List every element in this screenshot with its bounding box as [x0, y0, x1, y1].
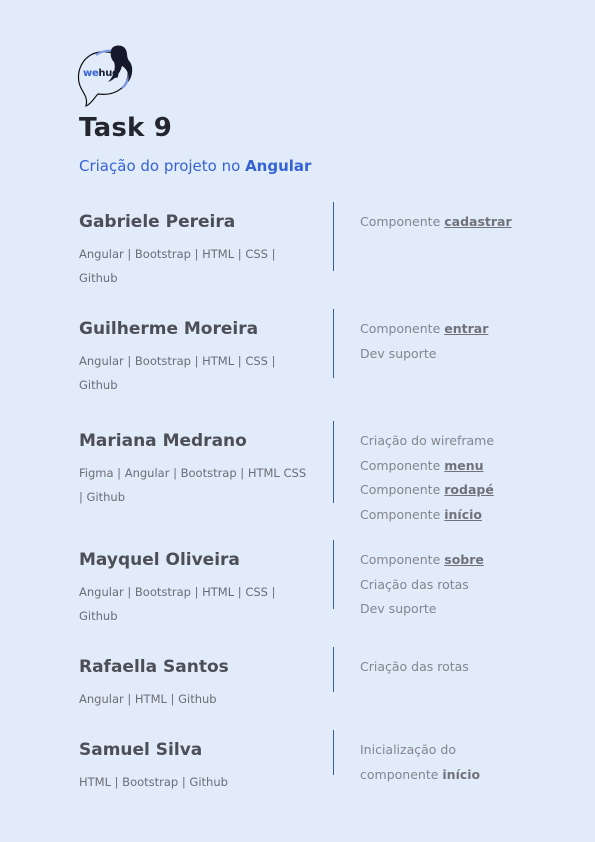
- task-text: Componente: [360, 482, 445, 497]
- task-component-name: sobre: [444, 552, 484, 567]
- task-text: Dev suporte: [360, 601, 437, 616]
- member-name: Mayquel Oliveira: [79, 550, 240, 570]
- subtitle-highlight: Angular: [245, 157, 312, 175]
- task-component-name: início: [442, 766, 481, 782]
- task-text: Componente: [360, 506, 445, 522]
- page-title: Task 9: [79, 113, 173, 143]
- task-item: Inicialização do: [360, 738, 560, 763]
- task-item: componente início: [360, 763, 560, 788]
- member-name: Samuel Silva: [79, 740, 203, 760]
- task-text: Criação das rotas: [360, 576, 469, 592]
- vertical-divider: [333, 540, 334, 609]
- task-item: Componente menu: [360, 454, 560, 479]
- task-item: Componente cadastrar: [360, 210, 560, 235]
- member-skills: Angular | HTML | Github: [79, 692, 217, 706]
- vertical-divider: [333, 730, 334, 775]
- task-component-name: rodapé: [444, 482, 494, 497]
- vertical-divider: [333, 309, 334, 378]
- task-item: Criação das rotas: [360, 573, 560, 598]
- member-name: Guilherme Moreira: [79, 319, 259, 339]
- task-component-name: entrar: [444, 321, 489, 336]
- task-text: Dev suporte: [360, 345, 437, 361]
- member-skills: HTML | Bootstrap | Github: [79, 775, 228, 789]
- member-name: Gabriele Pereira: [79, 212, 236, 232]
- member-name: Rafaella Santos: [79, 657, 229, 677]
- task-text: componente: [360, 766, 443, 782]
- member-tasks: Criação das rotas: [360, 655, 560, 680]
- member-tasks: Componente sobre Criação das rotas Dev sup…: [360, 548, 560, 622]
- logo-wordmark: wehug: [83, 68, 119, 79]
- task-text: Componente: [360, 552, 445, 567]
- member-skills: Angular | Bootstrap | HTML | CSS | Githu…: [79, 354, 276, 392]
- task-component-name: cadastrar: [444, 214, 512, 229]
- vertical-divider: [333, 421, 334, 503]
- vertical-divider: [333, 647, 334, 692]
- task-item: Componente sobre: [360, 548, 560, 573]
- wehug-logo: wehug: [76, 44, 136, 110]
- member-tasks: Componente entrar Dev suporte: [360, 317, 560, 366]
- member-skills: Figma | Angular | Bootstrap | HTML CSS |…: [79, 466, 307, 504]
- task-item: Componente início: [360, 503, 560, 528]
- member-skills: Angular | Bootstrap | HTML | CSS | Githu…: [79, 247, 276, 285]
- vertical-divider: [333, 202, 334, 271]
- task-text: Componente: [360, 457, 445, 473]
- task-text: Criação do wireframe: [360, 433, 495, 448]
- task-item: Criação do wireframe: [360, 429, 560, 454]
- task-item: Dev suporte: [360, 342, 560, 367]
- task-text: Inicialização do: [360, 742, 456, 757]
- task-text: Componente: [360, 321, 445, 336]
- task-item: Componente rodapé: [360, 478, 560, 503]
- member-name: Mariana Medrano: [79, 431, 247, 451]
- page-subtitle: Criação do projeto no Angular: [79, 157, 312, 175]
- task-component-name: início: [444, 506, 483, 522]
- member-tasks: Componente cadastrar: [360, 210, 560, 235]
- task-item: Dev suporte: [360, 597, 560, 622]
- task-text: Criação das rotas: [360, 659, 469, 674]
- member-tasks: Inicialização do componente início: [360, 738, 560, 787]
- task-item: Componente entrar: [360, 317, 560, 342]
- task-item: Criação das rotas: [360, 655, 560, 680]
- task-text: Componente: [360, 214, 445, 229]
- task-component-name: menu: [444, 457, 484, 473]
- member-tasks: Criação do wireframe Componente menu Compo…: [360, 429, 560, 527]
- member-skills: Angular | Bootstrap | HTML | CSS | Githu…: [79, 585, 276, 623]
